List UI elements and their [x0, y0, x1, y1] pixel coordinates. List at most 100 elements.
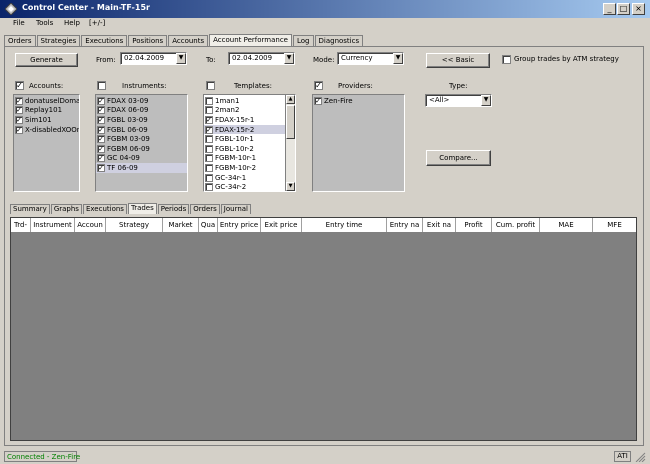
- item-checkbox[interactable]: ✓: [97, 96, 105, 105]
- item-checkbox[interactable]: [205, 154, 213, 163]
- item-checkbox[interactable]: ✓: [205, 115, 213, 124]
- list-item[interactable]: ✓ FDAX 03-09: [96, 96, 187, 106]
- column-header[interactable]: Trd-: [11, 218, 31, 232]
- column-header[interactable]: Strategy: [106, 218, 163, 232]
- type-value: <All>: [429, 96, 450, 104]
- list-item[interactable]: ✓ FGBL 03-09: [96, 115, 187, 125]
- compare-button[interactable]: Compare...: [426, 150, 491, 166]
- list-item[interactable]: ✓ X-disabledXOOn: [14, 125, 79, 135]
- subtab-orders[interactable]: Orders: [190, 204, 220, 214]
- subtab-trades[interactable]: Trades: [127, 203, 157, 214]
- to-date-value: 02.04.2009: [232, 54, 273, 62]
- list-item[interactable]: ✓ GC 04-09: [96, 154, 187, 164]
- list-item[interactable]: FGBM-10r-2: [204, 163, 285, 173]
- subtab-summary[interactable]: Summary: [10, 204, 50, 214]
- templates-checkbox[interactable]: [206, 81, 215, 90]
- trades-grid[interactable]: Trd- Instrument Accoun Strategy Market Q…: [10, 217, 637, 441]
- list-item[interactable]: ✓ Sim101: [14, 115, 79, 125]
- chevron-down-icon[interactable]: ▼: [176, 53, 186, 64]
- subtab-periods[interactable]: Periods: [157, 204, 190, 214]
- menu-help[interactable]: Help: [64, 19, 80, 27]
- menu-file[interactable]: File: [13, 19, 25, 27]
- item-checkbox[interactable]: ✓: [314, 96, 322, 105]
- chevron-down-icon[interactable]: ▼: [481, 95, 491, 106]
- column-header[interactable]: Market: [163, 218, 199, 232]
- column-header[interactable]: Cum. profit: [492, 218, 540, 232]
- column-header[interactable]: Qua: [199, 218, 218, 232]
- list-item[interactable]: ✓ FGBL 06-09: [96, 125, 187, 135]
- item-checkbox[interactable]: ✓: [15, 115, 23, 124]
- column-header[interactable]: Entry price: [218, 218, 261, 232]
- item-checkbox[interactable]: [205, 135, 213, 144]
- list-item[interactable]: ✓ FDAX-15r-1: [204, 115, 285, 125]
- group-trades-checkbox[interactable]: [502, 55, 511, 64]
- item-checkbox[interactable]: [205, 96, 213, 105]
- item-checkbox[interactable]: [205, 106, 213, 115]
- item-checkbox[interactable]: ✓: [205, 125, 213, 134]
- item-checkbox[interactable]: [205, 173, 213, 182]
- list-item[interactable]: FGBL-10r-1: [204, 134, 285, 144]
- column-header[interactable]: Entry na: [387, 218, 423, 232]
- list-item[interactable]: ✓ FDAX-15r-2: [204, 124, 285, 135]
- accounts-checkbox[interactable]: ✓: [15, 81, 24, 90]
- item-checkbox[interactable]: ✓: [97, 154, 105, 163]
- column-header[interactable]: Profit: [456, 218, 492, 232]
- list-item[interactable]: ✓ TF 06-09: [96, 163, 187, 173]
- item-checkbox[interactable]: ✓: [97, 106, 105, 115]
- chevron-down-icon[interactable]: ▼: [284, 53, 294, 64]
- scroll-thumb[interactable]: [286, 105, 295, 139]
- item-checkbox[interactable]: ✓: [15, 106, 23, 115]
- column-header[interactable]: Accoun: [75, 218, 106, 232]
- list-item[interactable]: GC-34r-2: [204, 182, 285, 192]
- column-header[interactable]: MAE: [540, 218, 593, 232]
- templates-scrollbar[interactable]: ▲ ▼: [285, 95, 295, 191]
- resize-grip-icon[interactable]: [634, 451, 646, 463]
- column-header[interactable]: Entry time: [302, 218, 387, 232]
- list-item[interactable]: GC-34r-1: [204, 173, 285, 183]
- from-date-field[interactable]: 02.04.2009 ▼: [120, 52, 187, 65]
- instruments-checkbox[interactable]: [97, 81, 106, 90]
- subtab-journal[interactable]: Journal: [220, 204, 252, 214]
- scroll-up-icon[interactable]: ▲: [286, 95, 295, 104]
- list-item[interactable]: ✓ FGBM 03-09: [96, 134, 187, 144]
- chevron-down-icon[interactable]: ▼: [393, 53, 403, 64]
- column-header[interactable]: Instrument: [31, 218, 75, 232]
- item-checkbox[interactable]: ✓: [15, 125, 23, 134]
- minimize-button[interactable]: _: [603, 3, 616, 15]
- mode-select[interactable]: Currency ▼: [337, 52, 404, 65]
- status-bar: Connected - Zen-Fire ATI: [0, 450, 650, 464]
- item-checkbox[interactable]: ✓: [15, 96, 23, 105]
- basic-button[interactable]: << Basic: [426, 53, 490, 68]
- menu-tools[interactable]: Tools: [36, 19, 53, 27]
- generate-button[interactable]: Generate: [15, 53, 78, 67]
- item-checkbox[interactable]: ✓: [97, 115, 105, 124]
- column-header[interactable]: Exit price: [261, 218, 302, 232]
- subtab-executions[interactable]: Executions: [82, 204, 127, 214]
- menu-toggle[interactable]: [+/-]: [89, 19, 105, 27]
- close-button[interactable]: ×: [632, 3, 645, 15]
- list-item[interactable]: 2man2: [204, 106, 285, 116]
- column-header[interactable]: Exit na: [423, 218, 456, 232]
- list-item[interactable]: 1man1: [204, 96, 285, 106]
- type-select[interactable]: <All> ▼: [425, 94, 492, 107]
- list-item[interactable]: FGBL-10r-2: [204, 144, 285, 154]
- item-checkbox[interactable]: ✓: [97, 144, 105, 153]
- list-item[interactable]: ✓ donatuselDomar: [14, 96, 79, 106]
- maximize-button[interactable]: □: [617, 3, 630, 15]
- providers-checkbox[interactable]: ✓: [314, 81, 323, 90]
- list-item[interactable]: FGBM-10r-1: [204, 154, 285, 164]
- item-checkbox[interactable]: [205, 144, 213, 153]
- subtab-graphs[interactable]: Graphs: [50, 204, 82, 214]
- list-item[interactable]: ✓ Replay101: [14, 106, 79, 116]
- column-header[interactable]: MFE: [593, 218, 636, 232]
- item-checkbox[interactable]: [205, 183, 213, 192]
- list-item[interactable]: ✓ FGBM 06-09: [96, 144, 187, 154]
- item-checkbox[interactable]: ✓: [97, 125, 105, 134]
- list-item[interactable]: ✓ FDAX 06-09: [96, 106, 187, 116]
- to-date-field[interactable]: 02.04.2009 ▼: [228, 52, 295, 65]
- item-checkbox[interactable]: ✓: [97, 163, 105, 172]
- scroll-down-icon[interactable]: ▼: [286, 182, 295, 191]
- list-item[interactable]: ✓ Zen-Fire: [313, 96, 404, 106]
- item-checkbox[interactable]: [205, 163, 213, 172]
- item-checkbox[interactable]: ✓: [97, 135, 105, 144]
